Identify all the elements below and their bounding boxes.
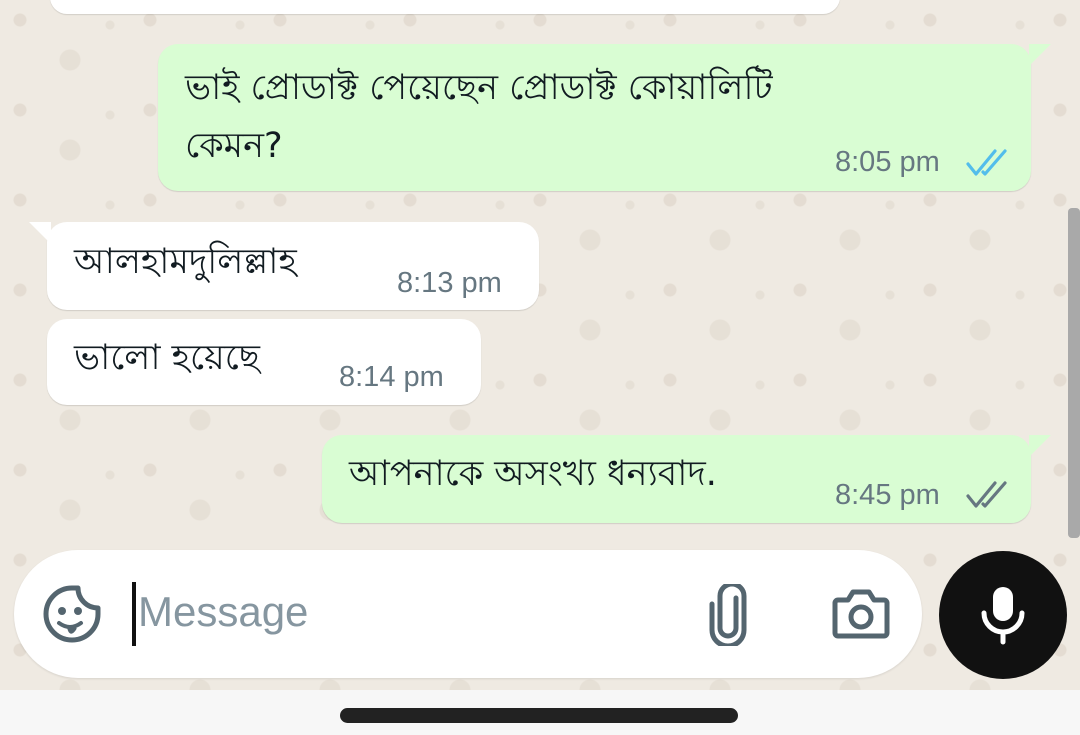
message-bubble-incoming[interactable]: আলহামদুলিল্লাহ 8:13 pm: [29, 222, 539, 310]
message-bubble-outgoing[interactable]: আপনাকে অসংখ্য ধন্যবাদ. 8:45 pm: [322, 435, 1051, 523]
message-text: ভালো হয়েছে: [74, 338, 260, 378]
message-time: 8:05 pm: [835, 146, 940, 178]
double-check-delivered-icon: [966, 481, 1007, 508]
microphone-icon: [981, 587, 1025, 645]
message-text: আপনাকে অসংখ্য ধন্যবাদ.: [349, 454, 717, 494]
bubble-tail: [29, 222, 51, 244]
bubble-tail: [1029, 44, 1051, 66]
paperclip-icon[interactable]: [706, 581, 750, 650]
message-text: আলহামদুলিল্লাহ: [74, 242, 297, 282]
previous-message-bubble: [50, 0, 840, 14]
message-time: 8:45 pm: [835, 479, 940, 511]
voice-message-button[interactable]: [939, 551, 1067, 679]
message-text-line: কেমন?: [185, 126, 283, 166]
double-check-read-icon: [966, 149, 1007, 176]
message-time: 8:13 pm: [397, 267, 502, 299]
bubble-tail: [1029, 435, 1051, 457]
message-composer[interactable]: Message: [14, 550, 922, 678]
message-text-line: ভাই প্রোডাক্ট পেয়েছেন প্রোডাক্ট কোয়ালি…: [185, 68, 773, 108]
message-bubble-incoming[interactable]: ভালো হয়েছে 8:14 pm: [47, 319, 481, 405]
home-indicator[interactable]: [340, 708, 738, 723]
message-time: 8:14 pm: [339, 361, 444, 393]
sticker-icon[interactable]: [42, 584, 102, 648]
message-input[interactable]: Message: [138, 588, 308, 636]
chat-scrollbar[interactable]: [1068, 208, 1080, 538]
camera-icon[interactable]: [832, 586, 890, 644]
text-cursor: [132, 582, 136, 646]
message-bubble-outgoing[interactable]: ভাই প্রোডাক্ট পেয়েছেন প্রোডাক্ট কোয়ালি…: [158, 44, 1051, 191]
